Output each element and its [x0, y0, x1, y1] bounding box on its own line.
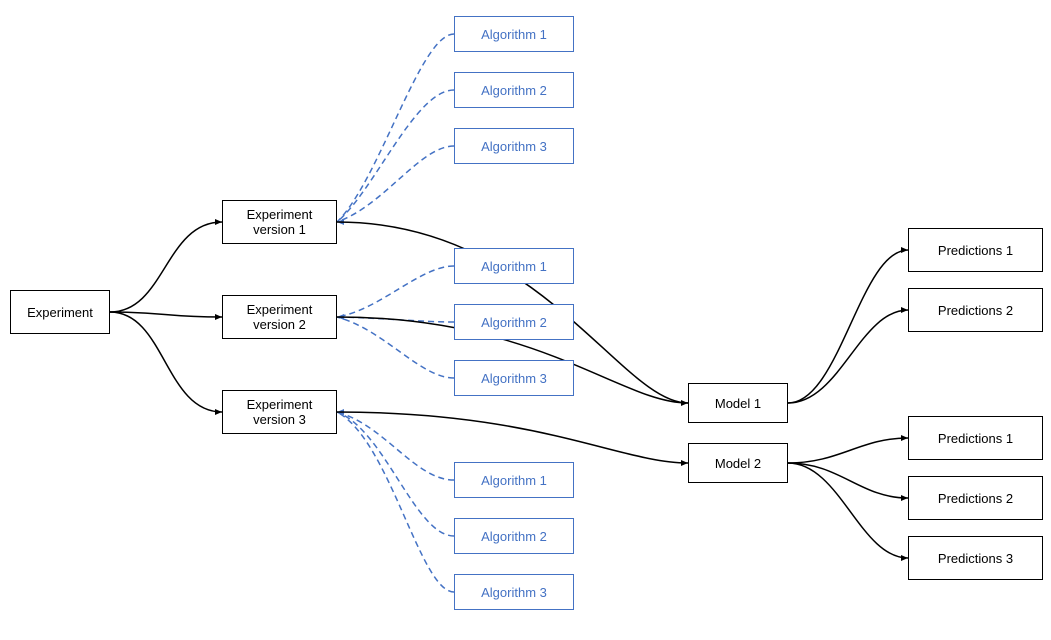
pred2-m1-label: Predictions 2	[938, 303, 1013, 318]
alg1-g1-node: Algorithm 1	[454, 16, 574, 52]
alg3-g3-node: Algorithm 3	[454, 574, 574, 610]
exp-version-1-node: Experimentversion 1	[222, 200, 337, 244]
model2-node: Model 2	[688, 443, 788, 483]
pred2-m2-label: Predictions 2	[938, 491, 1013, 506]
alg3-g1-node: Algorithm 3	[454, 128, 574, 164]
alg3-g1-label: Algorithm 3	[481, 139, 547, 154]
exp-version-2-node: Experimentversion 2	[222, 295, 337, 339]
alg2-g2-label: Algorithm 2	[481, 315, 547, 330]
pred1-m1-node: Predictions 1	[908, 228, 1043, 272]
alg2-g2-node: Algorithm 2	[454, 304, 574, 340]
pred1-m1-label: Predictions 1	[938, 243, 1013, 258]
pred3-m2-node: Predictions 3	[908, 536, 1043, 580]
alg1-g2-label: Algorithm 1	[481, 259, 547, 274]
alg2-g3-label: Algorithm 2	[481, 529, 547, 544]
pred1-m2-label: Predictions 1	[938, 431, 1013, 446]
alg2-g1-node: Algorithm 2	[454, 72, 574, 108]
alg3-g2-node: Algorithm 3	[454, 360, 574, 396]
alg3-g2-label: Algorithm 3	[481, 371, 547, 386]
pred1-m2-node: Predictions 1	[908, 416, 1043, 460]
alg2-g3-node: Algorithm 2	[454, 518, 574, 554]
alg1-g3-label: Algorithm 1	[481, 473, 547, 488]
experiment-label: Experiment	[27, 305, 93, 320]
alg1-g2-node: Algorithm 1	[454, 248, 574, 284]
exp-version-3-node: Experimentversion 3	[222, 390, 337, 434]
pred2-m2-node: Predictions 2	[908, 476, 1043, 520]
model1-label: Model 1	[715, 396, 761, 411]
alg2-g1-label: Algorithm 2	[481, 83, 547, 98]
pred2-m1-node: Predictions 2	[908, 288, 1043, 332]
exp-v3-label: Experimentversion 3	[247, 397, 313, 427]
alg1-g3-node: Algorithm 1	[454, 462, 574, 498]
alg1-g1-label: Algorithm 1	[481, 27, 547, 42]
exp-v1-label: Experimentversion 1	[247, 207, 313, 237]
pred3-m2-label: Predictions 3	[938, 551, 1013, 566]
alg3-g3-label: Algorithm 3	[481, 585, 547, 600]
exp-v2-label: Experimentversion 2	[247, 302, 313, 332]
model1-node: Model 1	[688, 383, 788, 423]
experiment-node: Experiment	[10, 290, 110, 334]
model2-label: Model 2	[715, 456, 761, 471]
